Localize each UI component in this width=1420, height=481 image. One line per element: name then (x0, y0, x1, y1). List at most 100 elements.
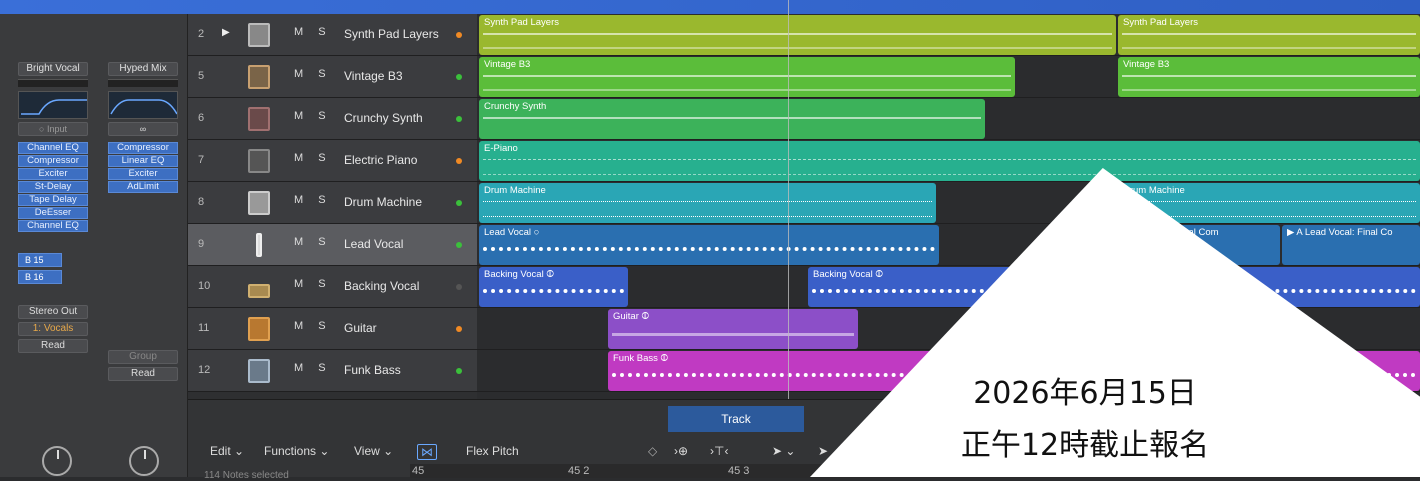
midi-region[interactable]: Vintage B3 (1118, 57, 1420, 97)
track-header[interactable]: 5 M S Vintage B3 (188, 56, 477, 98)
channel-name[interactable]: Hyped Mix (108, 62, 178, 76)
plugin-slot[interactable]: Exciter (18, 168, 88, 180)
track-lane[interactable]: Synth Pad Layers Synth Pad Layers (477, 14, 1420, 56)
record-dot[interactable] (456, 158, 462, 164)
audio-region[interactable]: ▶ A Lead Vocal: Final Co (1282, 225, 1420, 265)
audio-region[interactable]: Guitar ⦷ (608, 309, 858, 349)
pointer-tool-icon[interactable]: ➤ ⌄ (772, 444, 795, 458)
track-header[interactable]: 11 M S Guitar (188, 308, 477, 350)
midi-region[interactable]: Synth Pad Layers (1118, 15, 1420, 55)
plugin-slot[interactable]: St-Delay (18, 181, 88, 193)
group-button[interactable]: 1: Vocals (18, 322, 88, 336)
track-header-selected[interactable]: 9 M S Lead Vocal (188, 224, 477, 266)
mute-solo-buttons[interactable]: M S (294, 320, 332, 332)
mute-solo-buttons[interactable]: M S (294, 110, 332, 122)
plugin-slot[interactable]: Compressor (108, 142, 178, 154)
track-name[interactable]: Drum Machine (344, 195, 422, 209)
plugin-slot[interactable]: Exciter (108, 168, 178, 180)
mute-solo-buttons[interactable]: M S (294, 68, 332, 80)
midi-region[interactable]: Vintage B3 (479, 57, 1015, 97)
track-lane[interactable]: Vintage B3 Vintage B3 (477, 56, 1420, 98)
mute-solo-buttons[interactable]: M S (294, 152, 332, 164)
plugin-slot[interactable]: Channel EQ (18, 142, 88, 154)
bass-amp-icon (240, 354, 278, 388)
snap-icon[interactable]: ›⊤‹ (710, 444, 728, 458)
output-button[interactable]: Stereo Out (18, 305, 88, 319)
track-header[interactable]: 7 M S Electric Piano (188, 140, 477, 182)
automation-mode[interactable]: Read (18, 339, 88, 353)
track-name[interactable]: Funk Bass (344, 363, 401, 377)
stepper-icon[interactable]: ◇ (648, 444, 657, 458)
pan-knob[interactable] (42, 446, 72, 476)
audio-region[interactable]: Lead Vocal ○ (479, 225, 939, 265)
midi-in-icon[interactable]: ›⊕ (674, 444, 688, 458)
record-dot[interactable] (456, 368, 462, 374)
flex-icon: ⦷ (546, 269, 554, 280)
record-dot[interactable] (456, 242, 462, 248)
plugin-slot[interactable]: Tape Delay (18, 194, 88, 206)
track-name[interactable]: Lead Vocal (344, 237, 403, 251)
eq-thumbnail[interactable] (18, 91, 88, 119)
input-slot[interactable]: ○ Input (18, 122, 88, 136)
midi-region[interactable]: Crunchy Synth (479, 99, 985, 139)
mute-solo-buttons[interactable]: M S (294, 26, 332, 38)
plugin-slot[interactable]: Channel EQ (18, 220, 88, 232)
channel-name[interactable]: Bright Vocal (18, 62, 88, 76)
view-menu[interactable]: View ⌄ (354, 444, 393, 458)
plugin-slot[interactable]: DeEsser (18, 207, 88, 219)
secondary-tool-icon[interactable]: ➤ (818, 444, 828, 458)
record-dot[interactable] (456, 200, 462, 206)
pan-knob[interactable] (129, 446, 159, 476)
group-button[interactable]: Group (108, 350, 178, 364)
link-slot[interactable]: ∞ (108, 122, 178, 136)
midi-region[interactable]: E-Piano (479, 141, 1420, 181)
choir-icon (240, 270, 278, 304)
mute-solo-buttons[interactable]: M S (294, 236, 332, 248)
plugin-slot[interactable]: AdLimit (108, 181, 178, 193)
plugin-slot[interactable]: Linear EQ (108, 155, 178, 167)
tab-track[interactable]: Track (668, 406, 804, 432)
automation-mode[interactable]: Read (108, 367, 178, 381)
top-blue-bar (0, 0, 1420, 14)
track-header[interactable]: 10 M S Backing Vocal (188, 266, 477, 308)
track-lane[interactable]: Crunchy Synth (477, 98, 1420, 140)
deadline-date: 2026年6月15日 (973, 376, 1197, 411)
midi-region[interactable]: Synth Pad Layers (479, 15, 1116, 55)
midi-region[interactable]: Drum Machine (479, 183, 936, 223)
track-name[interactable]: Backing Vocal (344, 279, 419, 293)
amp-icon (240, 312, 278, 346)
record-dot[interactable] (456, 116, 462, 122)
track-lane[interactable]: Lead Vocal ○ Lead Vocal: Final Com ▶ A L… (477, 224, 1420, 266)
track-lane[interactable]: E-Piano (477, 140, 1420, 182)
audio-region[interactable]: Backing Vocal ⦷ (479, 267, 628, 307)
flex-icon: ○ (533, 227, 540, 238)
track-number: 2 (198, 28, 205, 40)
flex-mode-select[interactable]: Flex Pitch (466, 444, 519, 458)
mute-solo-buttons[interactable]: M S (294, 278, 332, 290)
track-header[interactable]: 12 M S Funk Bass (188, 350, 477, 392)
track-name[interactable]: Synth Pad Layers (344, 27, 439, 41)
track-name[interactable]: Crunchy Synth (344, 111, 423, 125)
send-bus[interactable]: B 16 (18, 270, 62, 284)
eq-thumbnail[interactable] (108, 91, 178, 119)
functions-menu[interactable]: Functions ⌄ (264, 444, 329, 458)
record-dot[interactable] (456, 32, 462, 38)
plugin-slot[interactable]: Compressor (18, 155, 88, 167)
record-dot[interactable] (456, 74, 462, 80)
send-bus[interactable]: B 15 (18, 253, 62, 267)
record-dot[interactable] (456, 326, 462, 332)
disclosure-icon[interactable]: ▶ (222, 27, 230, 38)
flex-icon: ⦷ (660, 353, 669, 364)
track-header[interactable]: 6 M S Crunchy Synth (188, 98, 477, 140)
track-header[interactable]: 2 ▶ M S Synth Pad Layers (188, 14, 477, 56)
track-name[interactable]: Guitar (344, 321, 377, 335)
flex-mode-icon[interactable]: ⋈ (417, 444, 437, 460)
track-header[interactable]: 8 M S Drum Machine (188, 182, 477, 224)
mute-solo-buttons[interactable]: M S (294, 362, 332, 374)
mute-solo-buttons[interactable]: M S (294, 194, 332, 206)
track-name[interactable]: Electric Piano (344, 153, 417, 167)
track-lane[interactable]: Drum Machine Drum Machine (477, 182, 1420, 224)
record-dot[interactable] (456, 284, 462, 290)
track-name[interactable]: Vintage B3 (344, 69, 403, 83)
edit-menu[interactable]: Edit ⌄ (210, 444, 244, 458)
